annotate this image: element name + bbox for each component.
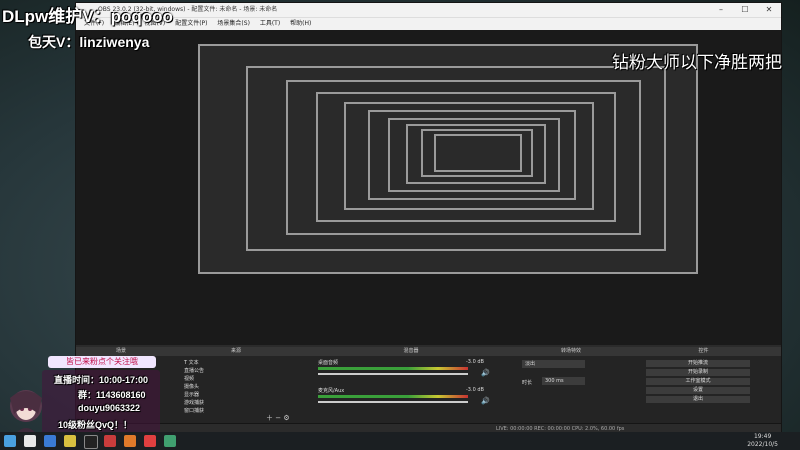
app-icon[interactable]: [164, 435, 176, 447]
scenes-dock-title: 场景: [76, 347, 166, 356]
app-icon[interactable]: [124, 435, 136, 447]
maximize-icon[interactable]: ☐: [733, 3, 757, 17]
contact-overlay-text: 包天V：linziwenya: [28, 34, 150, 50]
mixer-track-name: 麦克风/Aux: [318, 388, 345, 394]
source-item[interactable]: 窗口捕获: [184, 407, 204, 415]
menu-tools[interactable]: 工具(T): [260, 18, 280, 30]
volume-slider[interactable]: [318, 401, 468, 403]
windows-start-icon[interactable]: [4, 435, 16, 447]
transition-select[interactable]: 淡出: [522, 360, 585, 368]
source-item[interactable]: 显示器: [184, 391, 199, 399]
controls-dock: 控件 开始推流 开始录制 工作室模式 设置 退出: [626, 347, 782, 423]
exit-button[interactable]: 退出: [646, 396, 750, 403]
mixer-track-db: -3.0 dB: [466, 359, 484, 365]
source-item[interactable]: 视频: [184, 375, 194, 383]
chrome-icon[interactable]: [24, 435, 36, 447]
source-item[interactable]: 游戏捕获: [184, 399, 204, 407]
stream-info-card: 皆已来粉点个关注哦 直播时间：10:00-17:00 群：1143608160 …: [42, 356, 160, 444]
volume-meter: [318, 395, 468, 398]
clock-time: 19:49: [753, 433, 772, 440]
studio-mode-button[interactable]: 工作室模式: [646, 378, 750, 385]
room-overlay-text: DLpw维护V：poqooo: [2, 7, 173, 26]
mixer-track-name: 桌面音频: [318, 360, 339, 366]
anime-avatar-image: [10, 390, 42, 438]
card-group: 群：1143608160: [78, 390, 146, 400]
menu-scene-collection[interactable]: 场景集合(S): [217, 18, 250, 30]
minimize-icon[interactable]: –: [709, 3, 733, 17]
source-item[interactable]: T 文本: [184, 359, 199, 367]
mixer-track-db: -3.0 dB: [466, 387, 484, 393]
controls-dock-title: 控件: [626, 347, 781, 356]
add-source-icon[interactable]: ＋ − ⚙: [266, 413, 290, 423]
speaker-icon[interactable]: 🔊: [481, 397, 490, 405]
duration-label: 时长: [522, 380, 533, 386]
card-douyu: douyu9063322: [78, 403, 141, 413]
volume-meter: [318, 367, 468, 370]
source-item[interactable]: 直播公告: [184, 367, 204, 375]
card-title: 皆已来粉点个关注哦: [48, 356, 156, 368]
settings-button[interactable]: 设置: [646, 387, 750, 394]
start-recording-button[interactable]: 开始录制: [646, 369, 750, 376]
source-item[interactable]: 摄像头: [184, 383, 199, 391]
clock-date: 2022/10/5: [747, 441, 778, 448]
taskbar-clock[interactable]: 19:49 2022/10/5: [747, 433, 778, 449]
start-streaming-button[interactable]: 开始推流: [646, 360, 750, 367]
duration-input[interactable]: 300 ms: [542, 377, 585, 385]
volume-slider[interactable]: [318, 373, 468, 375]
preview-frame-10: [434, 134, 522, 172]
transitions-dock: 转场特效 淡出 时长 300 ms: [516, 347, 627, 423]
card-time: 直播时间：10:00-17:00: [54, 375, 149, 385]
app-icon[interactable]: [144, 435, 156, 447]
file-explorer-icon[interactable]: [44, 435, 56, 447]
mixer-dock: 混音器 桌面音频 -3.0 dB 🔊 麦克风/Aux -3.0 dB 🔊: [306, 347, 517, 423]
menu-help[interactable]: 帮助(H): [290, 18, 311, 30]
menubar: 文件(F) 编辑(E) 视图(V) 配置文件(P) 场景集合(S) 工具(T) …: [76, 17, 781, 30]
mixer-dock-title: 混音器: [306, 347, 516, 356]
speaker-icon[interactable]: 🔊: [481, 369, 490, 377]
app-icon[interactable]: [104, 435, 116, 447]
transitions-dock-title: 转场特效: [516, 347, 626, 356]
menu-profile[interactable]: 配置文件(P): [175, 18, 207, 30]
sources-dock-title: 来源: [166, 347, 306, 356]
sources-dock: 来源 T 文本 直播公告 视频 摄像头 显示器 游戏捕获 窗口捕获 ＋ − ⚙: [166, 347, 307, 423]
card-fans: 10级粉丝QvQ！！: [58, 420, 133, 430]
close-icon[interactable]: ✕: [757, 3, 781, 17]
window-titlebar: OBS 23.0.2 (32-bit, windows) - 配置文件: 未命名…: [76, 3, 781, 17]
preview-canvas[interactable]: [76, 30, 781, 345]
dock-area: 场景 来源 T 文本 直播公告 视频 摄像头 显示器 游戏捕获 窗口捕获 ＋ −…: [76, 347, 782, 423]
banner-overlay-text: 钻粉大师以下净胜两把: [612, 53, 782, 73]
folder-icon[interactable]: [64, 435, 76, 447]
taskbar: 19:49 2022/10/5: [0, 432, 800, 450]
obs-icon[interactable]: [84, 435, 98, 449]
